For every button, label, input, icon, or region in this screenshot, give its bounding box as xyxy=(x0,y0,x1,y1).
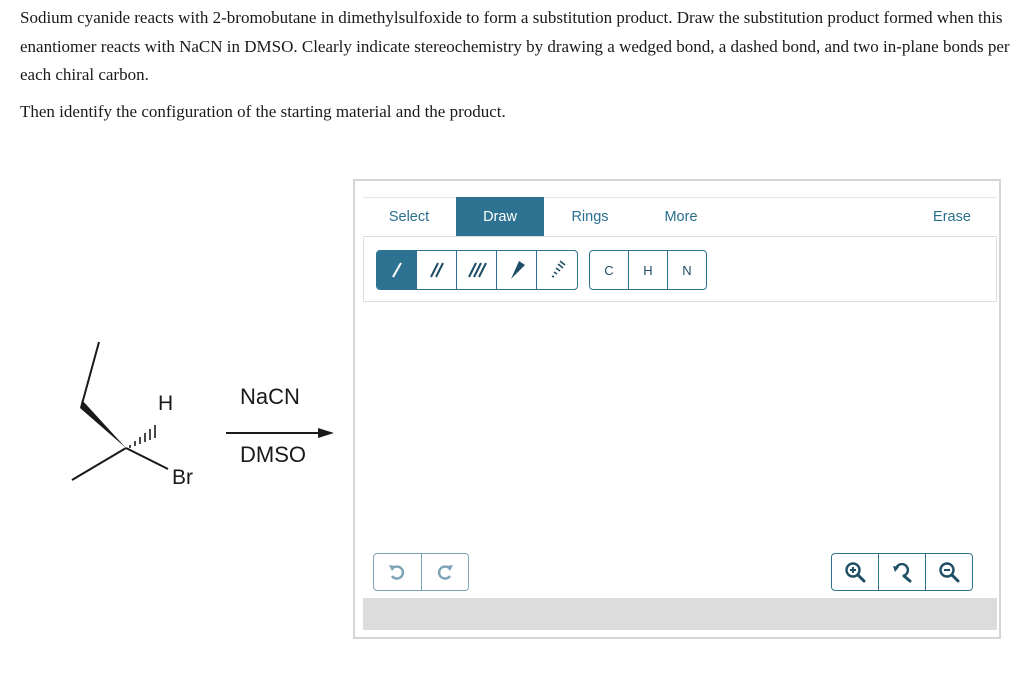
double-bond-icon xyxy=(429,262,444,278)
single-bond-icon xyxy=(391,262,402,278)
structure-editor: Select Draw Rings More Erase C H N xyxy=(353,179,1001,639)
zoom-reset-icon xyxy=(893,562,912,583)
drawing-canvas[interactable] xyxy=(363,303,997,547)
zoom-reset-button[interactable] xyxy=(879,554,926,590)
starting-material-structure xyxy=(71,341,334,481)
solvent-label: DMSO xyxy=(240,442,306,467)
undo-icon xyxy=(389,565,405,580)
draw-tool-panel: C H N xyxy=(363,238,997,302)
bond-line xyxy=(125,447,169,470)
redo-button[interactable] xyxy=(422,554,469,590)
history-controls xyxy=(373,553,469,591)
atom-hydrogen-button[interactable]: H xyxy=(629,251,668,289)
dash-bond xyxy=(129,425,156,448)
double-bond-button[interactable] xyxy=(417,251,457,289)
zoom-out-icon xyxy=(939,562,960,583)
reaction-scheme: H Br NaCN DMSO xyxy=(60,330,350,500)
atom-tool-group: C H N xyxy=(589,250,707,290)
tab-select[interactable]: Select xyxy=(363,197,455,237)
editor-status-bar xyxy=(363,598,997,630)
bond-line xyxy=(71,447,127,481)
editor-toolbar: Select Draw Rings More Erase xyxy=(363,197,999,237)
zoom-controls xyxy=(831,553,973,591)
zoom-out-button[interactable] xyxy=(926,554,972,590)
dash-bond-icon xyxy=(551,260,566,278)
triple-bond-icon xyxy=(467,262,487,278)
wedge-bond-button[interactable] xyxy=(497,251,537,289)
bond-tool-group xyxy=(376,250,578,290)
question-paragraph: Sodium cyanide reacts with 2-bromobutane… xyxy=(20,8,1010,84)
dash-bond-button[interactable] xyxy=(537,251,577,289)
zoom-in-icon xyxy=(845,562,866,583)
atom-label-h: H xyxy=(158,392,174,415)
tab-rings[interactable]: Rings xyxy=(545,197,635,237)
tab-erase[interactable]: Erase xyxy=(907,197,997,237)
arrow-head xyxy=(318,428,334,438)
atom-label-br: Br xyxy=(172,466,193,489)
question-paragraph: Then identify the configuration of the s… xyxy=(20,101,506,121)
undo-button[interactable] xyxy=(374,554,422,590)
wedge-bond xyxy=(80,400,126,448)
triple-bond-button[interactable] xyxy=(457,251,497,289)
wedge-bond-icon xyxy=(510,261,525,279)
bond-line xyxy=(81,341,100,405)
atom-nitrogen-button[interactable]: N xyxy=(668,251,706,289)
redo-icon xyxy=(437,565,453,580)
atom-carbon-button[interactable]: C xyxy=(590,251,629,289)
question-text: Sodium cyanide reacts with 2-bromobutane… xyxy=(20,4,1010,126)
tab-draw[interactable]: Draw xyxy=(456,197,544,237)
tab-more[interactable]: More xyxy=(636,197,726,237)
zoom-in-button[interactable] xyxy=(832,554,879,590)
reagent-label: NaCN xyxy=(240,384,300,409)
single-bond-button[interactable] xyxy=(377,251,417,289)
